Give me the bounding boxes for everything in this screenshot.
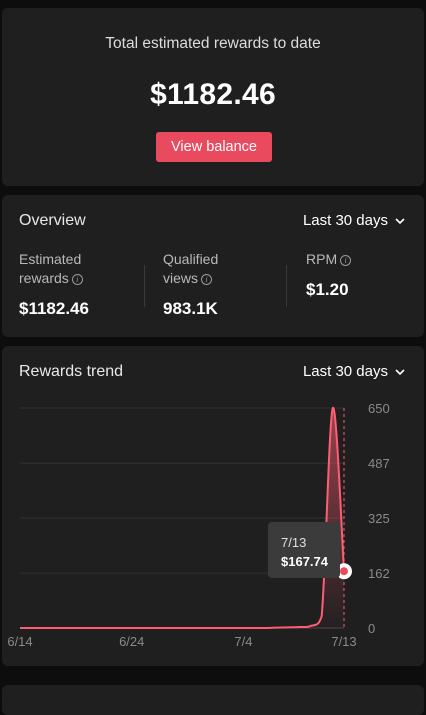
metric-rpm: RPM i $1.20 xyxy=(306,250,352,300)
tooltip-box xyxy=(268,522,340,578)
total-rewards-label: Total estimated rewards to date xyxy=(105,35,321,52)
y-tick-label: 162 xyxy=(368,566,390,581)
info-icon[interactable]: i xyxy=(71,274,83,285)
highlight-point-core xyxy=(340,567,348,576)
rewards-trend-card: Rewards trend Last 30 days 0 162 325 487 650… xyxy=(2,346,424,666)
tooltip-value: $167.74 xyxy=(281,554,329,569)
x-tick-label: 6/14 xyxy=(7,634,32,649)
total-rewards-amount: $1182.46 xyxy=(150,78,276,111)
divider xyxy=(144,265,145,307)
info-icon[interactable]: i xyxy=(340,255,352,266)
y-tick-label: 325 xyxy=(368,511,390,526)
x-tick-label: 7/13 xyxy=(331,634,356,649)
x-tick-label: 7/4 xyxy=(234,634,252,649)
metric-label: Qualified views i xyxy=(163,251,219,286)
metric-estimated-rewards: Estimated rewards i $1182.46 xyxy=(19,250,89,319)
info-icon[interactable]: i xyxy=(201,274,213,285)
tooltip-date: 7/13 xyxy=(281,535,306,550)
overview-range-label: Last 30 days xyxy=(302,212,388,229)
y-tick-label: 487 xyxy=(368,456,390,471)
y-tick-label: 650 xyxy=(368,401,390,416)
metric-qualified-views: Qualified views i 983.1K xyxy=(163,250,218,319)
total-rewards-card: Total estimated rewards to date $1182.46… xyxy=(2,8,424,186)
overview-card: Overview Last 30 days Estimated rewards i… xyxy=(2,195,424,337)
next-card xyxy=(2,685,424,715)
metric-value: $1182.46 xyxy=(19,299,89,318)
y-tick-label: 0 xyxy=(368,621,375,636)
metric-value: 983.1K xyxy=(163,299,218,318)
x-tick-label: 6/24 xyxy=(119,634,144,649)
chevron-down-icon xyxy=(395,217,405,224)
metric-label: RPM i xyxy=(306,250,352,269)
metric-value: $1.20 xyxy=(306,280,349,299)
tooltip: 7/13 $167.74 xyxy=(268,522,340,578)
view-balance-button[interactable]: View balance xyxy=(156,132,272,162)
overview-range-dropdown[interactable]: Last 30 days xyxy=(303,212,406,229)
overview-title: Overview xyxy=(19,212,86,229)
rewards-trend-chart[interactable]: 0 162 325 487 650 6/14 6/24 7/4 7/13 7/13 $167.74 xyxy=(2,346,424,666)
metric-label: Estimated rewards i xyxy=(19,251,83,286)
divider xyxy=(286,265,287,307)
